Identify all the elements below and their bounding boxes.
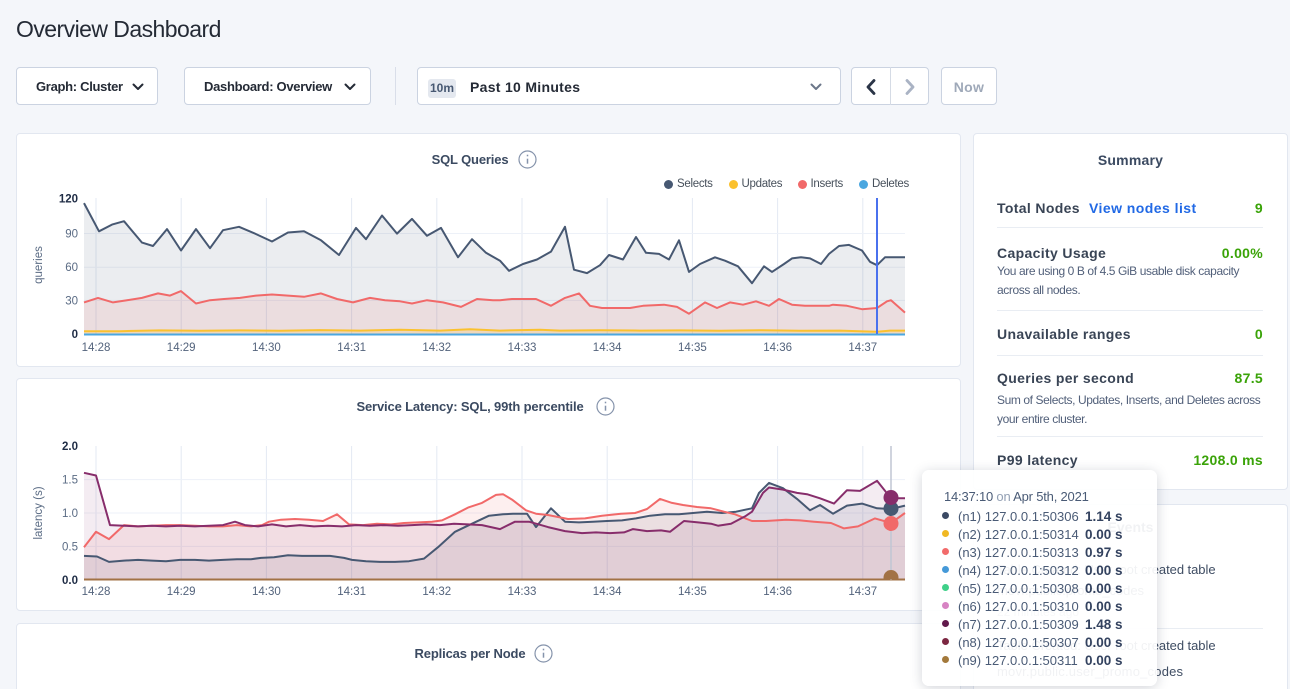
svg-text:60: 60 [65,262,78,274]
svg-text:0.0: 0.0 [62,575,78,587]
svg-text:120: 120 [59,194,78,206]
svg-text:1.5: 1.5 [62,475,78,487]
svg-text:latency (s): latency (s) [33,486,45,539]
svg-text:14:35: 14:35 [678,342,707,354]
svg-text:14:29: 14:29 [167,586,196,598]
svg-text:14:37: 14:37 [848,586,877,598]
svg-text:14:37: 14:37 [848,342,877,354]
svg-text:0.5: 0.5 [62,541,78,553]
svg-text:14:28: 14:28 [82,586,111,598]
svg-text:90: 90 [65,229,78,241]
svg-text:14:30: 14:30 [252,342,281,354]
svg-text:14:36: 14:36 [763,342,792,354]
svg-text:queries: queries [33,246,45,284]
svg-text:14:30: 14:30 [252,586,281,598]
svg-text:14:33: 14:33 [508,342,537,354]
svg-text:14:36: 14:36 [763,586,792,598]
svg-text:14:35: 14:35 [678,586,707,598]
svg-text:14:31: 14:31 [337,586,366,598]
svg-text:14:32: 14:32 [422,586,451,598]
svg-text:14:29: 14:29 [167,342,196,354]
svg-text:0: 0 [72,329,78,341]
svg-text:2.0: 2.0 [62,441,78,453]
svg-text:14:34: 14:34 [593,586,622,598]
svg-text:14:33: 14:33 [508,586,537,598]
svg-text:14:32: 14:32 [422,342,451,354]
svg-text:14:31: 14:31 [337,342,366,354]
svg-text:1.0: 1.0 [62,508,78,520]
svg-text:30: 30 [65,295,78,307]
svg-text:14:28: 14:28 [82,342,111,354]
svg-text:14:34: 14:34 [593,342,622,354]
